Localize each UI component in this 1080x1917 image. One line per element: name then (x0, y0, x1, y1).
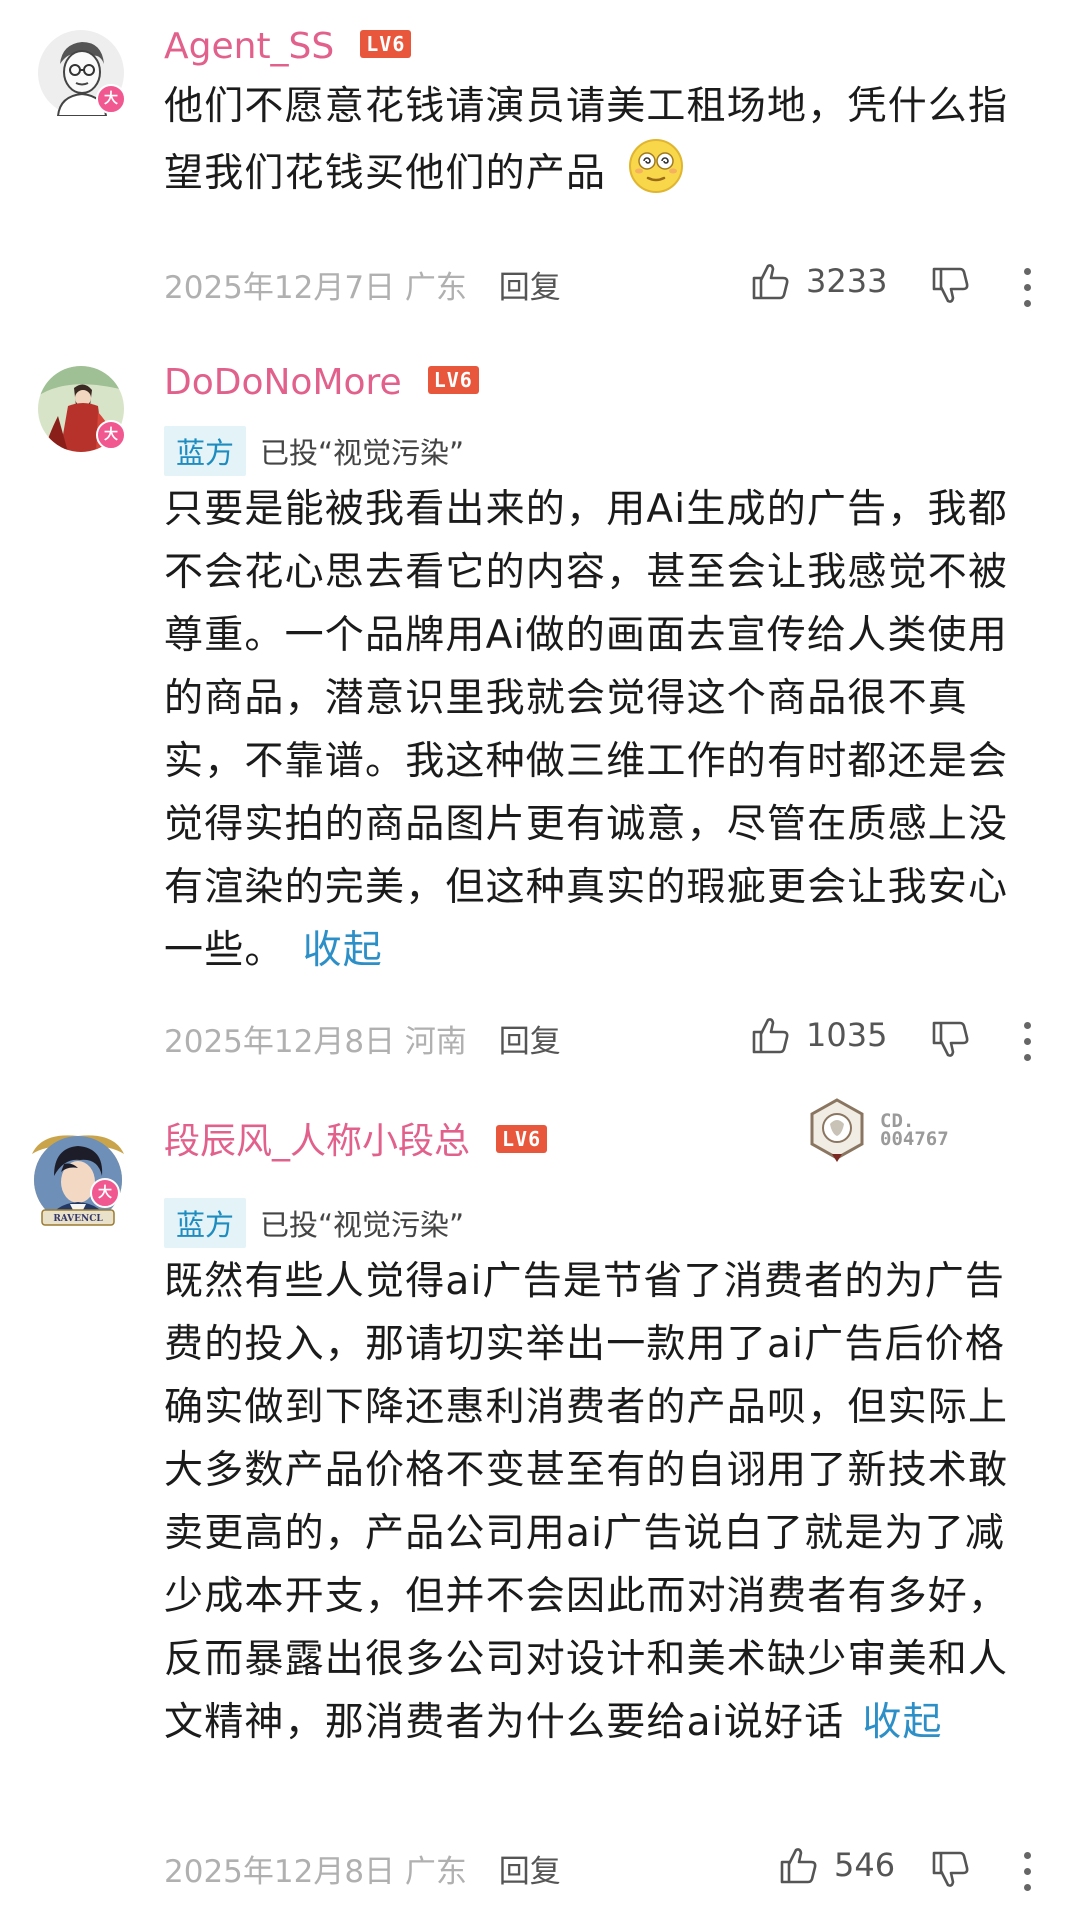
comment-date: 2025年12月7日 (164, 270, 396, 306)
username-row: DoDoNoMore LV6 (164, 362, 479, 403)
like-button[interactable]: 546 (778, 1844, 895, 1886)
collapse-link[interactable]: 收起 (862, 1700, 942, 1745)
dizzy-emoji-icon (628, 138, 684, 213)
reply-button[interactable]: 回复 (499, 270, 561, 306)
thumbs-down-icon (932, 267, 969, 303)
vote-text: 已投“视觉污染” (260, 1208, 465, 1242)
fan-card-text: CD. 004767 (880, 1112, 949, 1150)
fan-card-number: 004767 (880, 1128, 949, 1150)
comment-text: 只要是能被我看出来的，用Ai生成的广告，我都不会花心思去看它的内容，甚至会让我感… (164, 487, 1009, 973)
comment-text: 他们不愿意花钱请演员请美工租场地，凭什么指望我们花钱买他们的产品 (164, 84, 1009, 196)
dislike-button[interactable] (930, 1019, 972, 1065)
thumbs-down-icon (932, 1851, 969, 1887)
more-options-icon[interactable] (1022, 268, 1032, 316)
comment-location: 广东 (404, 270, 467, 306)
avatar[interactable]: 大 (38, 30, 126, 116)
thumbs-up-icon (780, 1848, 817, 1884)
level-badge: LV6 (360, 30, 412, 58)
comment-date: 2025年12月8日 (164, 1024, 396, 1060)
reply-button[interactable]: 回复 (499, 1024, 561, 1060)
avatar[interactable]: 大 (38, 366, 126, 452)
comment-body: 只要是能被我看出来的，用Ai生成的广告，我都不会花心思去看它的内容，甚至会让我感… (164, 478, 1044, 982)
vip-badge: 大 (96, 84, 126, 114)
collapse-link[interactable]: 收起 (303, 928, 383, 973)
like-button[interactable]: 1035 (750, 1014, 887, 1056)
comment-text: 既然有些人觉得ai广告是节省了消费者的为广告费的投入，那请切实举出一款用了ai广… (164, 1259, 1009, 1745)
side-tag: 蓝方 (164, 426, 247, 476)
reply-button[interactable]: 回复 (499, 1854, 561, 1890)
thumbs-up-icon (752, 1018, 789, 1054)
fan-card-badge[interactable]: CD. 004767 (808, 1098, 949, 1162)
avatar[interactable]: RAVENCL 大 (28, 1130, 128, 1230)
level-badge: LV6 (427, 366, 479, 394)
like-count: 546 (834, 1846, 896, 1884)
username[interactable]: Agent_SS (164, 26, 334, 67)
like-button[interactable]: 3233 (750, 260, 887, 302)
dislike-button[interactable] (930, 265, 972, 311)
comment-meta: 2025年12月8日 河南 回复 (164, 1016, 561, 1061)
vip-badge: 大 (96, 420, 126, 450)
thumbs-down-icon (932, 1021, 969, 1057)
username[interactable]: DoDoNoMore (164, 362, 402, 403)
comment-body: 他们不愿意花钱请演员请美工租场地，凭什么指望我们花钱买他们的产品 (164, 75, 1024, 213)
fan-card-emblem-icon (810, 1098, 864, 1162)
vote-row: 蓝方 已投“视觉污染” (164, 1198, 464, 1248)
comment-location: 河南 (404, 1024, 467, 1060)
avatar-frame-text: RAVENCL (53, 1214, 103, 1224)
vote-text: 已投“视觉污染” (260, 436, 465, 470)
comment-meta: 2025年12月8日 广东 回复 (164, 1846, 561, 1891)
comment-location: 广东 (404, 1854, 467, 1890)
username[interactable]: 段辰风_人称小段总 (164, 1121, 470, 1162)
like-count: 3233 (806, 262, 888, 300)
comment-meta: 2025年12月7日 广东 回复 (164, 262, 561, 307)
username-row: Agent_SS LV6 (164, 26, 412, 67)
username-row: 段辰风_人称小段总 LV6 (164, 1112, 548, 1164)
vip-badge: 大 (90, 1178, 120, 1208)
comment-body: 既然有些人觉得ai广告是节省了消费者的为广告费的投入，那请切实举出一款用了ai广… (164, 1250, 1044, 1754)
level-badge: LV6 (496, 1125, 548, 1153)
comment-date: 2025年12月8日 (164, 1854, 396, 1890)
side-tag: 蓝方 (164, 1198, 247, 1248)
more-options-icon[interactable] (1022, 1022, 1032, 1070)
like-count: 1035 (806, 1016, 888, 1054)
dislike-button[interactable] (930, 1849, 972, 1895)
more-options-icon[interactable] (1022, 1852, 1032, 1900)
vote-row: 蓝方 已投“视觉污染” (164, 426, 464, 476)
thumbs-up-icon (752, 264, 789, 300)
